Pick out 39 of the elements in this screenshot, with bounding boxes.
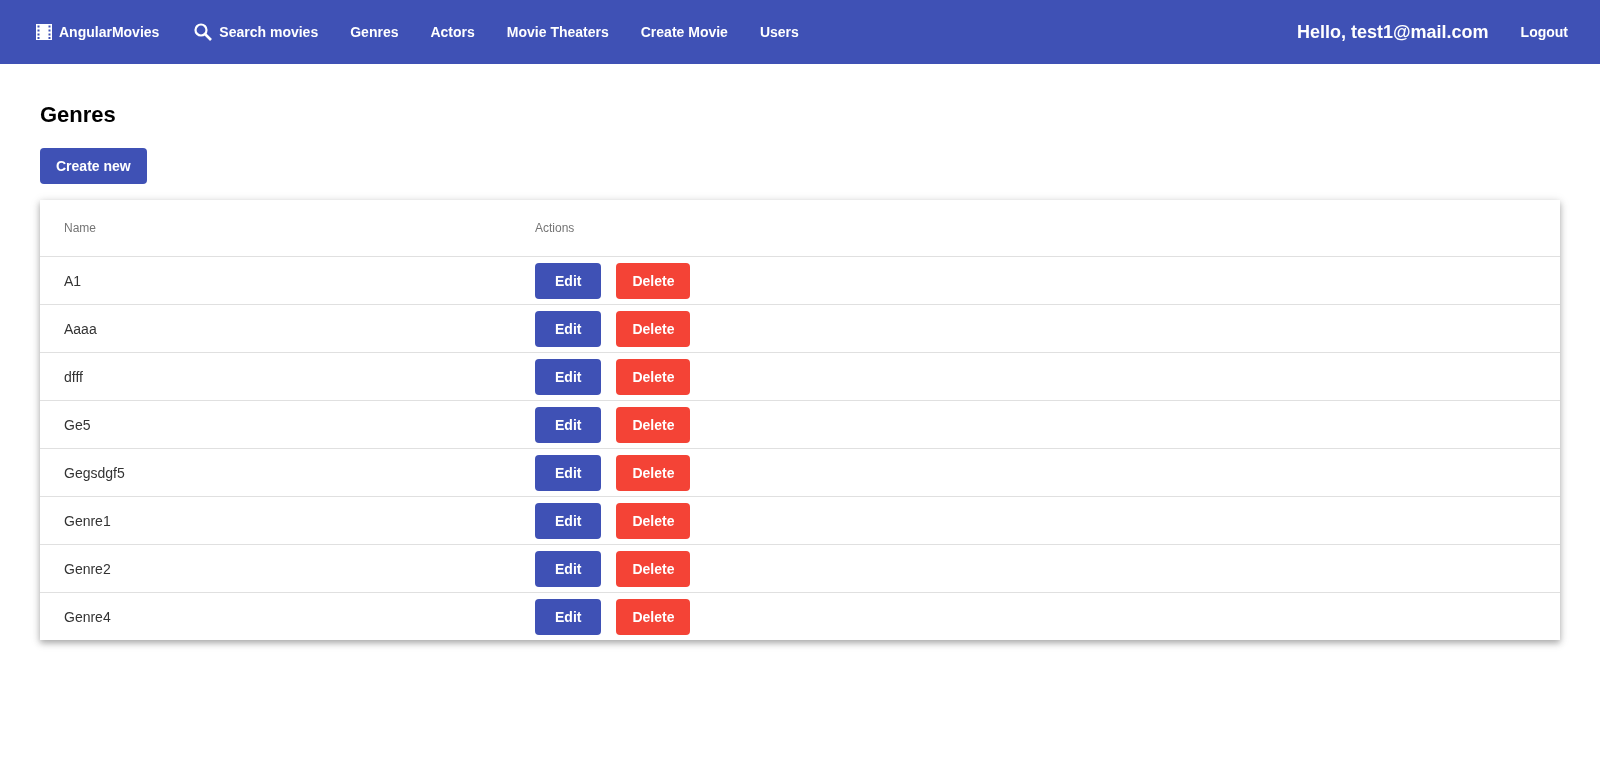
table-cell-text: Genre1	[64, 512, 112, 529]
nav-link[interactable]: Search movies	[175, 22, 335, 42]
edit-button[interactable]: Edit	[535, 262, 602, 299]
delete-button[interactable]: Delete	[616, 454, 691, 491]
delete-button[interactable]: Delete	[616, 406, 691, 443]
create-button[interactable]: Create new	[40, 148, 147, 184]
table-cell-text: Aaaa	[64, 320, 98, 337]
delete-button[interactable]: Delete	[616, 310, 691, 347]
delete-button[interactable]: Delete	[616, 550, 691, 587]
user-greeting: Hello, test1@mail.com	[1296, 21, 1489, 43]
search-icon	[193, 22, 214, 42]
table-cell-text: Ge5	[64, 416, 92, 433]
nav-link[interactable]: Create Movie	[624, 24, 744, 40]
logout-link[interactable]: Logout	[1504, 24, 1584, 40]
delete-button[interactable]: Delete	[616, 262, 691, 299]
brand-link[interactable]: AngularMovies	[35, 23, 176, 41]
page-title: Genres	[40, 102, 117, 128]
table-cell-text: Genre4	[64, 608, 112, 625]
delete-button[interactable]: Delete	[616, 502, 691, 539]
table-cell-text: Genre2	[64, 560, 112, 577]
edit-button[interactable]: Edit	[535, 598, 602, 635]
table-cell-text: A1	[64, 272, 83, 289]
nav-link[interactable]: Genres	[334, 24, 415, 40]
film-icon	[35, 23, 53, 41]
table-cell-text: Gegsdgf5	[64, 464, 126, 481]
edit-button[interactable]: Edit	[535, 358, 602, 395]
edit-button[interactable]: Edit	[535, 502, 602, 539]
edit-button[interactable]: Edit	[535, 310, 602, 347]
edit-button[interactable]: Edit	[535, 406, 602, 443]
edit-button[interactable]: Edit	[535, 550, 602, 587]
delete-button[interactable]: Delete	[616, 358, 691, 395]
table-cell-text: dfff	[64, 368, 84, 385]
column-header: Actions	[535, 221, 576, 235]
nav-link[interactable]: Actors	[414, 24, 491, 40]
edit-button[interactable]: Edit	[535, 454, 602, 491]
column-header: Name	[64, 221, 97, 235]
delete-button[interactable]: Delete	[616, 598, 691, 635]
nav-link[interactable]: Movie Theaters	[490, 24, 625, 40]
nav-link[interactable]: Users	[743, 24, 815, 40]
